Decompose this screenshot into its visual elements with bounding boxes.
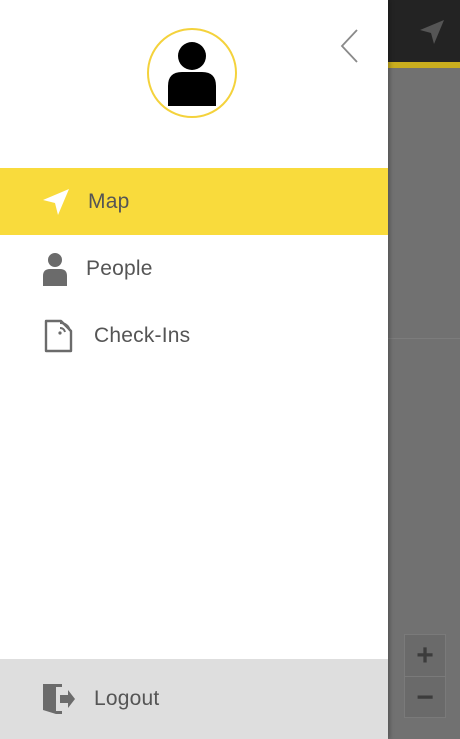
map-divider bbox=[388, 338, 460, 339]
menu-item-label: People bbox=[86, 256, 153, 280]
menu-item-check-ins[interactable]: Check-Ins bbox=[0, 302, 388, 369]
logout-door-icon bbox=[43, 684, 75, 714]
logout-button[interactable]: Logout bbox=[0, 659, 388, 739]
menu-item-label: Map bbox=[88, 189, 130, 213]
menu-item-map[interactable]: Map bbox=[0, 168, 388, 235]
zoom-in-button[interactable]: + bbox=[405, 635, 445, 677]
zoom-out-button[interactable]: − bbox=[405, 677, 445, 718]
user-silhouette-icon bbox=[168, 42, 216, 106]
menu-item-people[interactable]: People bbox=[0, 235, 388, 302]
navigation-drawer: Map People Check-Ins Logout bbox=[0, 0, 388, 739]
locate-arrow-icon[interactable] bbox=[418, 18, 446, 46]
avatar[interactable] bbox=[147, 28, 237, 118]
person-icon bbox=[43, 252, 67, 286]
logout-label: Logout bbox=[94, 687, 160, 710]
navigation-arrow-icon bbox=[43, 188, 69, 215]
zoom-controls: + − bbox=[404, 634, 446, 718]
document-signal-icon bbox=[44, 319, 73, 352]
drawer-menu: Map People Check-Ins bbox=[0, 168, 388, 369]
app-root: + − Map People Check-Ins Logout bbox=[0, 0, 460, 739]
menu-item-label: Check-Ins bbox=[94, 323, 191, 347]
chevron-left-icon[interactable] bbox=[330, 24, 370, 68]
